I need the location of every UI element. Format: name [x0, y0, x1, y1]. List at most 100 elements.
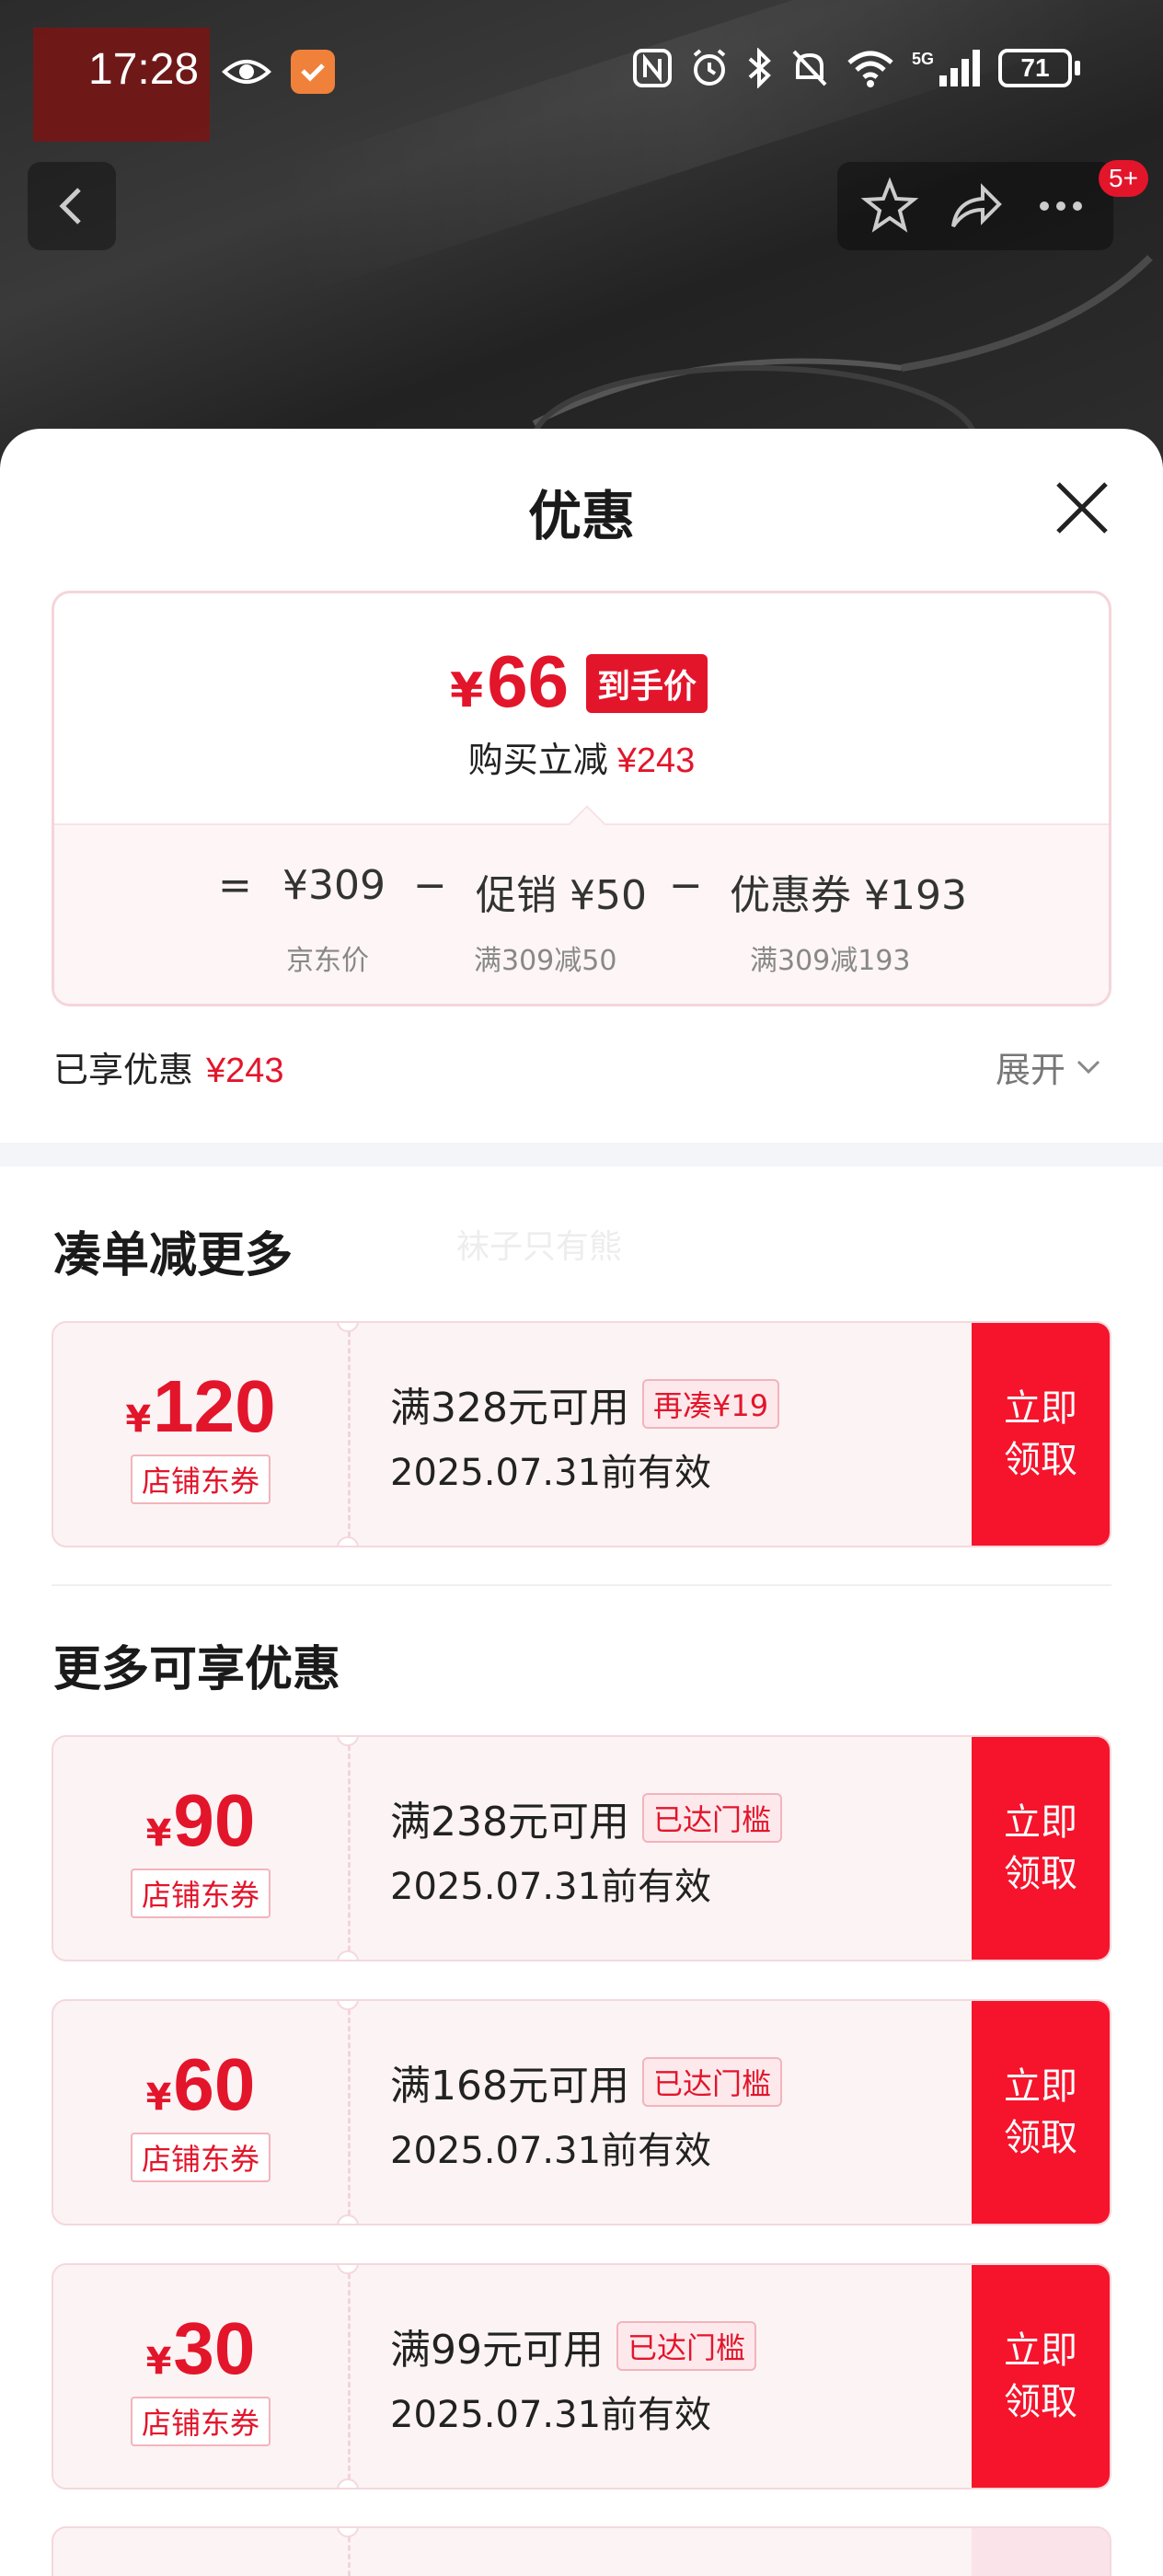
- claim-label-line1: 立即: [1004, 2329, 1077, 2372]
- sheet-title: 优惠: [527, 485, 635, 547]
- claim-label-line2: 领取: [1004, 2381, 1077, 2423]
- formula-base-price: ¥309: [282, 862, 386, 909]
- coupon-status-chip: 再凑¥19: [641, 1379, 780, 1429]
- coupon-status-chip: 已达门槛: [641, 2057, 782, 2107]
- section-title-available: 更多可享优惠: [53, 1642, 341, 1697]
- top-action-group: [837, 162, 1113, 250]
- signal-icon: 5G: [912, 50, 980, 86]
- back-button[interactable]: [28, 162, 116, 250]
- back-icon: [59, 188, 81, 224]
- coupon-notch-bottom: [337, 1950, 359, 1960]
- price-formula: = ¥309 京东价 − 促销 ¥50 满309减50 − 优惠券 ¥193 满…: [54, 823, 1109, 1004]
- discount-sheet: 优惠 ¥ 66 到手价 购买立减 ¥243 = ¥309 京东价 − 促销 ¥50…: [0, 429, 1163, 2576]
- battery-icon: 71: [998, 49, 1080, 87]
- share-icon[interactable]: [946, 177, 1005, 236]
- coupon-notch-bottom: [337, 1536, 359, 1546]
- coupon-condition: 满99元可用: [390, 2327, 604, 2374]
- coupon-currency: ¥: [145, 1812, 172, 1855]
- formula-equals: =: [218, 862, 252, 909]
- formula-minus: −: [669, 862, 703, 909]
- coupon-card: ¥60 店铺东券 满168元可用 已达门槛 2025.07.31前有效 立即 领…: [52, 1999, 1111, 2225]
- instant-save-amount: ¥243: [616, 742, 696, 780]
- coupon-type: 店铺东券: [130, 2133, 271, 2182]
- close-icon[interactable]: [1049, 475, 1115, 541]
- section-title-more: 凑单减更多: [53, 1228, 294, 1283]
- coupon-condition: 满328元可用: [390, 1385, 629, 1432]
- chevron-down-icon: [1077, 1060, 1100, 1074]
- coupon-notch-top: [337, 2528, 359, 2537]
- formula-coupon: 优惠券 ¥193: [730, 872, 967, 919]
- coupon-amount: 90: [173, 1779, 256, 1861]
- coupon-status-chip: 已达门槛: [616, 2321, 757, 2371]
- coupon-card: ¥120 店铺东券 满328元可用 再凑¥19 2025.07.31前有效 立即…: [52, 1321, 1111, 1547]
- coupon-type: 店铺东券: [130, 1455, 271, 1504]
- coupon-expiry: 2025.07.31前有效: [390, 1452, 712, 1494]
- claim-coupon-button[interactable]: 立即 领取: [972, 1737, 1110, 1960]
- coupon-status-chip: 已达门槛: [641, 1793, 782, 1843]
- enjoyed-discount-row: 已享优惠 ¥243: [53, 1041, 284, 1092]
- coupon-amount: 120: [153, 1365, 276, 1447]
- alarm-icon: [693, 49, 726, 86]
- coupon-type: 店铺东券: [130, 2397, 271, 2446]
- coupon-notch-bottom: [337, 2214, 359, 2224]
- faint-watermark-text: 袜子只有熊: [456, 1228, 623, 1266]
- coupon-card-partial: [52, 2526, 1111, 2576]
- expand-label: 展开: [996, 1050, 1066, 1090]
- enjoyed-amount: ¥243: [206, 1052, 284, 1090]
- claim-coupon-button[interactable]: 立即 领取: [972, 1323, 1110, 1546]
- coupon-currency: ¥: [145, 2340, 172, 2383]
- coupon-perforation: [348, 2001, 351, 2224]
- formula-base-caption: 京东价: [286, 945, 369, 977]
- claim-label-line1: 立即: [1004, 1387, 1077, 1430]
- app-badge-icon: [291, 50, 335, 94]
- claim-label-line1: 立即: [1004, 2065, 1077, 2108]
- formula-minus: −: [413, 862, 447, 909]
- formula-promo: 促销 ¥50: [476, 872, 647, 919]
- claim-label-line1: 立即: [1004, 1801, 1077, 1844]
- bluetooth-icon: [748, 48, 771, 88]
- final-price: ¥ 66: [450, 639, 569, 724]
- coupon-perforation: [348, 2265, 351, 2488]
- coupon-currency: ¥: [125, 1398, 152, 1441]
- claim-coupon-button[interactable]: 立即 领取: [972, 2001, 1110, 2224]
- star-icon[interactable]: [860, 177, 919, 236]
- coupon-condition: 满238元可用: [390, 1799, 629, 1846]
- cart-count-badge: 5+: [1099, 160, 1148, 197]
- coupon-card: ¥30 店铺东券 满99元可用 已达门槛 2025.07.31前有效 立即 领取: [52, 2263, 1111, 2490]
- claim-coupon-button[interactable]: 立即 领取: [972, 2265, 1110, 2488]
- battery-level: 71: [998, 49, 1072, 87]
- final-price-currency: ¥: [450, 663, 484, 719]
- instant-save-label: 购买立减: [467, 740, 608, 780]
- coupon-perforation: [348, 1737, 351, 1960]
- coupon-currency: ¥: [145, 2076, 172, 2119]
- final-price-tag: 到手价: [586, 654, 708, 713]
- coupon-notch-bottom: [337, 2478, 359, 2488]
- coupon-amount: 60: [173, 2043, 256, 2125]
- coupon-card: ¥90 店铺东券 满238元可用 已达门槛 2025.07.31前有效 立即 领…: [52, 1735, 1111, 1961]
- status-bar: 17:28 5G 71: [0, 37, 1163, 110]
- claim-area-partial: [972, 2528, 1110, 2576]
- coupon-perforation: [348, 1323, 351, 1546]
- divider: [52, 1584, 1111, 1586]
- enjoyed-label: 已享优惠: [53, 1050, 194, 1090]
- price-summary-card: ¥ 66 到手价 购买立减 ¥243 = ¥309 京东价 − 促销 ¥50 满3…: [52, 591, 1111, 1006]
- more-icon[interactable]: [1031, 177, 1090, 236]
- coupon-expiry: 2025.07.31前有效: [390, 2394, 712, 2436]
- coupon-type: 店铺东券: [130, 1869, 271, 1918]
- coupon-condition: 满168元可用: [390, 2063, 629, 2110]
- nfc-icon: [633, 49, 672, 87]
- expand-button[interactable]: 展开: [996, 1041, 1102, 1092]
- eye-icon: [222, 60, 271, 84]
- formula-coupon-caption: 满309减193: [750, 945, 911, 977]
- wifi-icon: [847, 51, 893, 87]
- section-divider: [0, 1143, 1163, 1167]
- instant-save-row: 购买立减 ¥243: [54, 731, 1109, 782]
- network-type-label: 5G: [912, 50, 934, 68]
- claim-label-line2: 领取: [1004, 1439, 1077, 1481]
- coupon-expiry: 2025.07.31前有效: [390, 2130, 712, 2172]
- mute-icon: [792, 50, 827, 86]
- status-time: 17:28: [88, 45, 200, 94]
- coupon-amount: 30: [173, 2307, 256, 2389]
- coupon-expiry: 2025.07.31前有效: [390, 1866, 712, 1908]
- final-price-value: 66: [487, 640, 570, 722]
